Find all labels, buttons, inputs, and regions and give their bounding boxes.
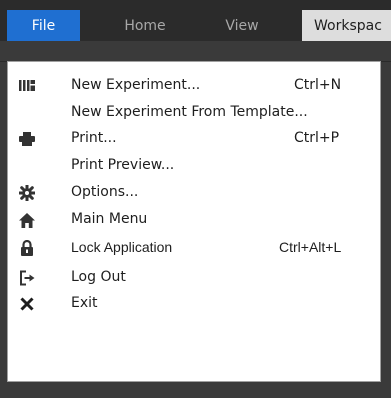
menu-item-label: New Experiment...	[71, 77, 201, 93]
menu-item-log-out[interactable]: Log Out	[8, 265, 380, 291]
menu-item-label: Exit	[71, 295, 98, 311]
gear-icon	[18, 184, 36, 202]
menu-item-print-preview[interactable]: Print Preview...	[8, 153, 380, 179]
tab-home[interactable]: Home	[119, 10, 171, 41]
close-icon	[18, 295, 36, 313]
menu-item-label: Main Menu	[71, 211, 148, 227]
menu-item-label: Print...	[71, 130, 117, 146]
menu-item-new-experiment-from-template[interactable]: New Experiment From Template...	[8, 100, 380, 126]
logout-icon	[18, 269, 36, 287]
menu-item-label: New Experiment From Template...	[71, 104, 308, 120]
ribbon-bottom-bar	[0, 382, 391, 398]
menu-item-new-experiment[interactable]: New Experiment... Ctrl+N	[8, 73, 380, 99]
menu-item-shortcut: Ctrl+Alt+L	[279, 239, 342, 255]
menu-item-label: Options...	[71, 184, 139, 200]
menu-item-options[interactable]: Options...	[8, 180, 380, 206]
menu-item-label: Print Preview...	[71, 157, 175, 173]
file-menu: New Experiment... Ctrl+N New Experiment …	[7, 61, 381, 382]
menu-item-print[interactable]: Print... Ctrl+P	[8, 126, 380, 152]
ribbon-band	[0, 41, 391, 62]
tab-workspace[interactable]: Workspac	[302, 10, 391, 41]
menu-item-lock-application[interactable]: Lock Application Ctrl+Alt+L	[8, 235, 380, 261]
tab-file[interactable]: File	[7, 10, 80, 41]
experiment-icon	[18, 77, 36, 95]
menu-item-label: Lock Application	[71, 239, 173, 255]
menu-item-main-menu[interactable]: Main Menu	[8, 207, 380, 233]
tab-view[interactable]: View	[218, 10, 266, 41]
menu-item-shortcut: Ctrl+P	[294, 130, 340, 146]
menu-item-exit[interactable]: Exit	[8, 291, 380, 317]
ribbon-tab-bar: File Home View Workspac	[0, 0, 391, 41]
menu-item-label: Log Out	[71, 269, 126, 285]
lock-icon	[18, 239, 36, 257]
printer-icon	[18, 130, 36, 148]
home-icon	[18, 211, 36, 229]
menu-item-shortcut: Ctrl+N	[294, 77, 342, 93]
